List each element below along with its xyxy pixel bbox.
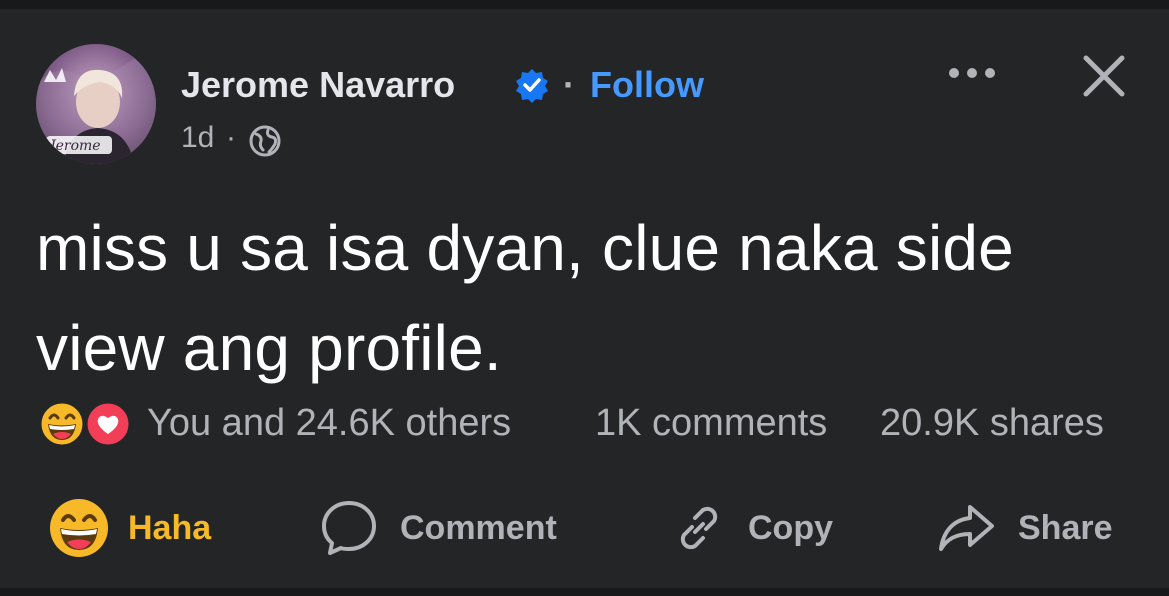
love-reaction-icon <box>84 400 132 448</box>
author-name[interactable]: Jerome Navarro <box>181 64 455 106</box>
close-icon[interactable] <box>1080 52 1128 100</box>
more-options-icon[interactable] <box>946 58 998 88</box>
header-separator: · <box>563 64 575 105</box>
copy-link-button[interactable]: Copy <box>670 496 833 560</box>
avatar[interactable]: Jerome <box>36 44 156 164</box>
top-border <box>0 0 1169 9</box>
verified-badge-icon <box>516 69 548 103</box>
share-label: Share <box>1018 508 1113 547</box>
avatar-signature: Jerome <box>47 138 101 154</box>
time-separator: · <box>226 121 236 154</box>
reaction-count[interactable]: You and 24.6K others <box>147 402 511 445</box>
comment-label: Comment <box>400 508 557 547</box>
haha-reaction-icon <box>50 499 108 557</box>
bottom-border <box>0 588 1169 596</box>
profile-photo: Jerome <box>36 44 156 164</box>
link-icon <box>680 506 718 550</box>
post-text: miss u sa isa dyan, clue naka side view … <box>36 212 1014 384</box>
comment-icon <box>322 501 376 555</box>
reaction-summary[interactable] <box>36 400 132 448</box>
haha-label: Haha <box>128 508 212 547</box>
copy-label: Copy <box>748 508 833 547</box>
shares-count[interactable]: 20.9K shares <box>880 402 1104 445</box>
share-icon <box>939 505 994 551</box>
comments-count[interactable]: 1K comments <box>595 402 827 445</box>
post-time[interactable]: 1d <box>181 121 214 155</box>
share-button[interactable]: Share <box>936 496 1113 560</box>
comment-button[interactable]: Comment <box>318 496 557 560</box>
haha-button[interactable]: Haha <box>48 496 211 560</box>
haha-reaction-icon <box>38 400 86 448</box>
globe-icon <box>249 125 281 157</box>
follow-button[interactable]: Follow <box>590 64 704 106</box>
